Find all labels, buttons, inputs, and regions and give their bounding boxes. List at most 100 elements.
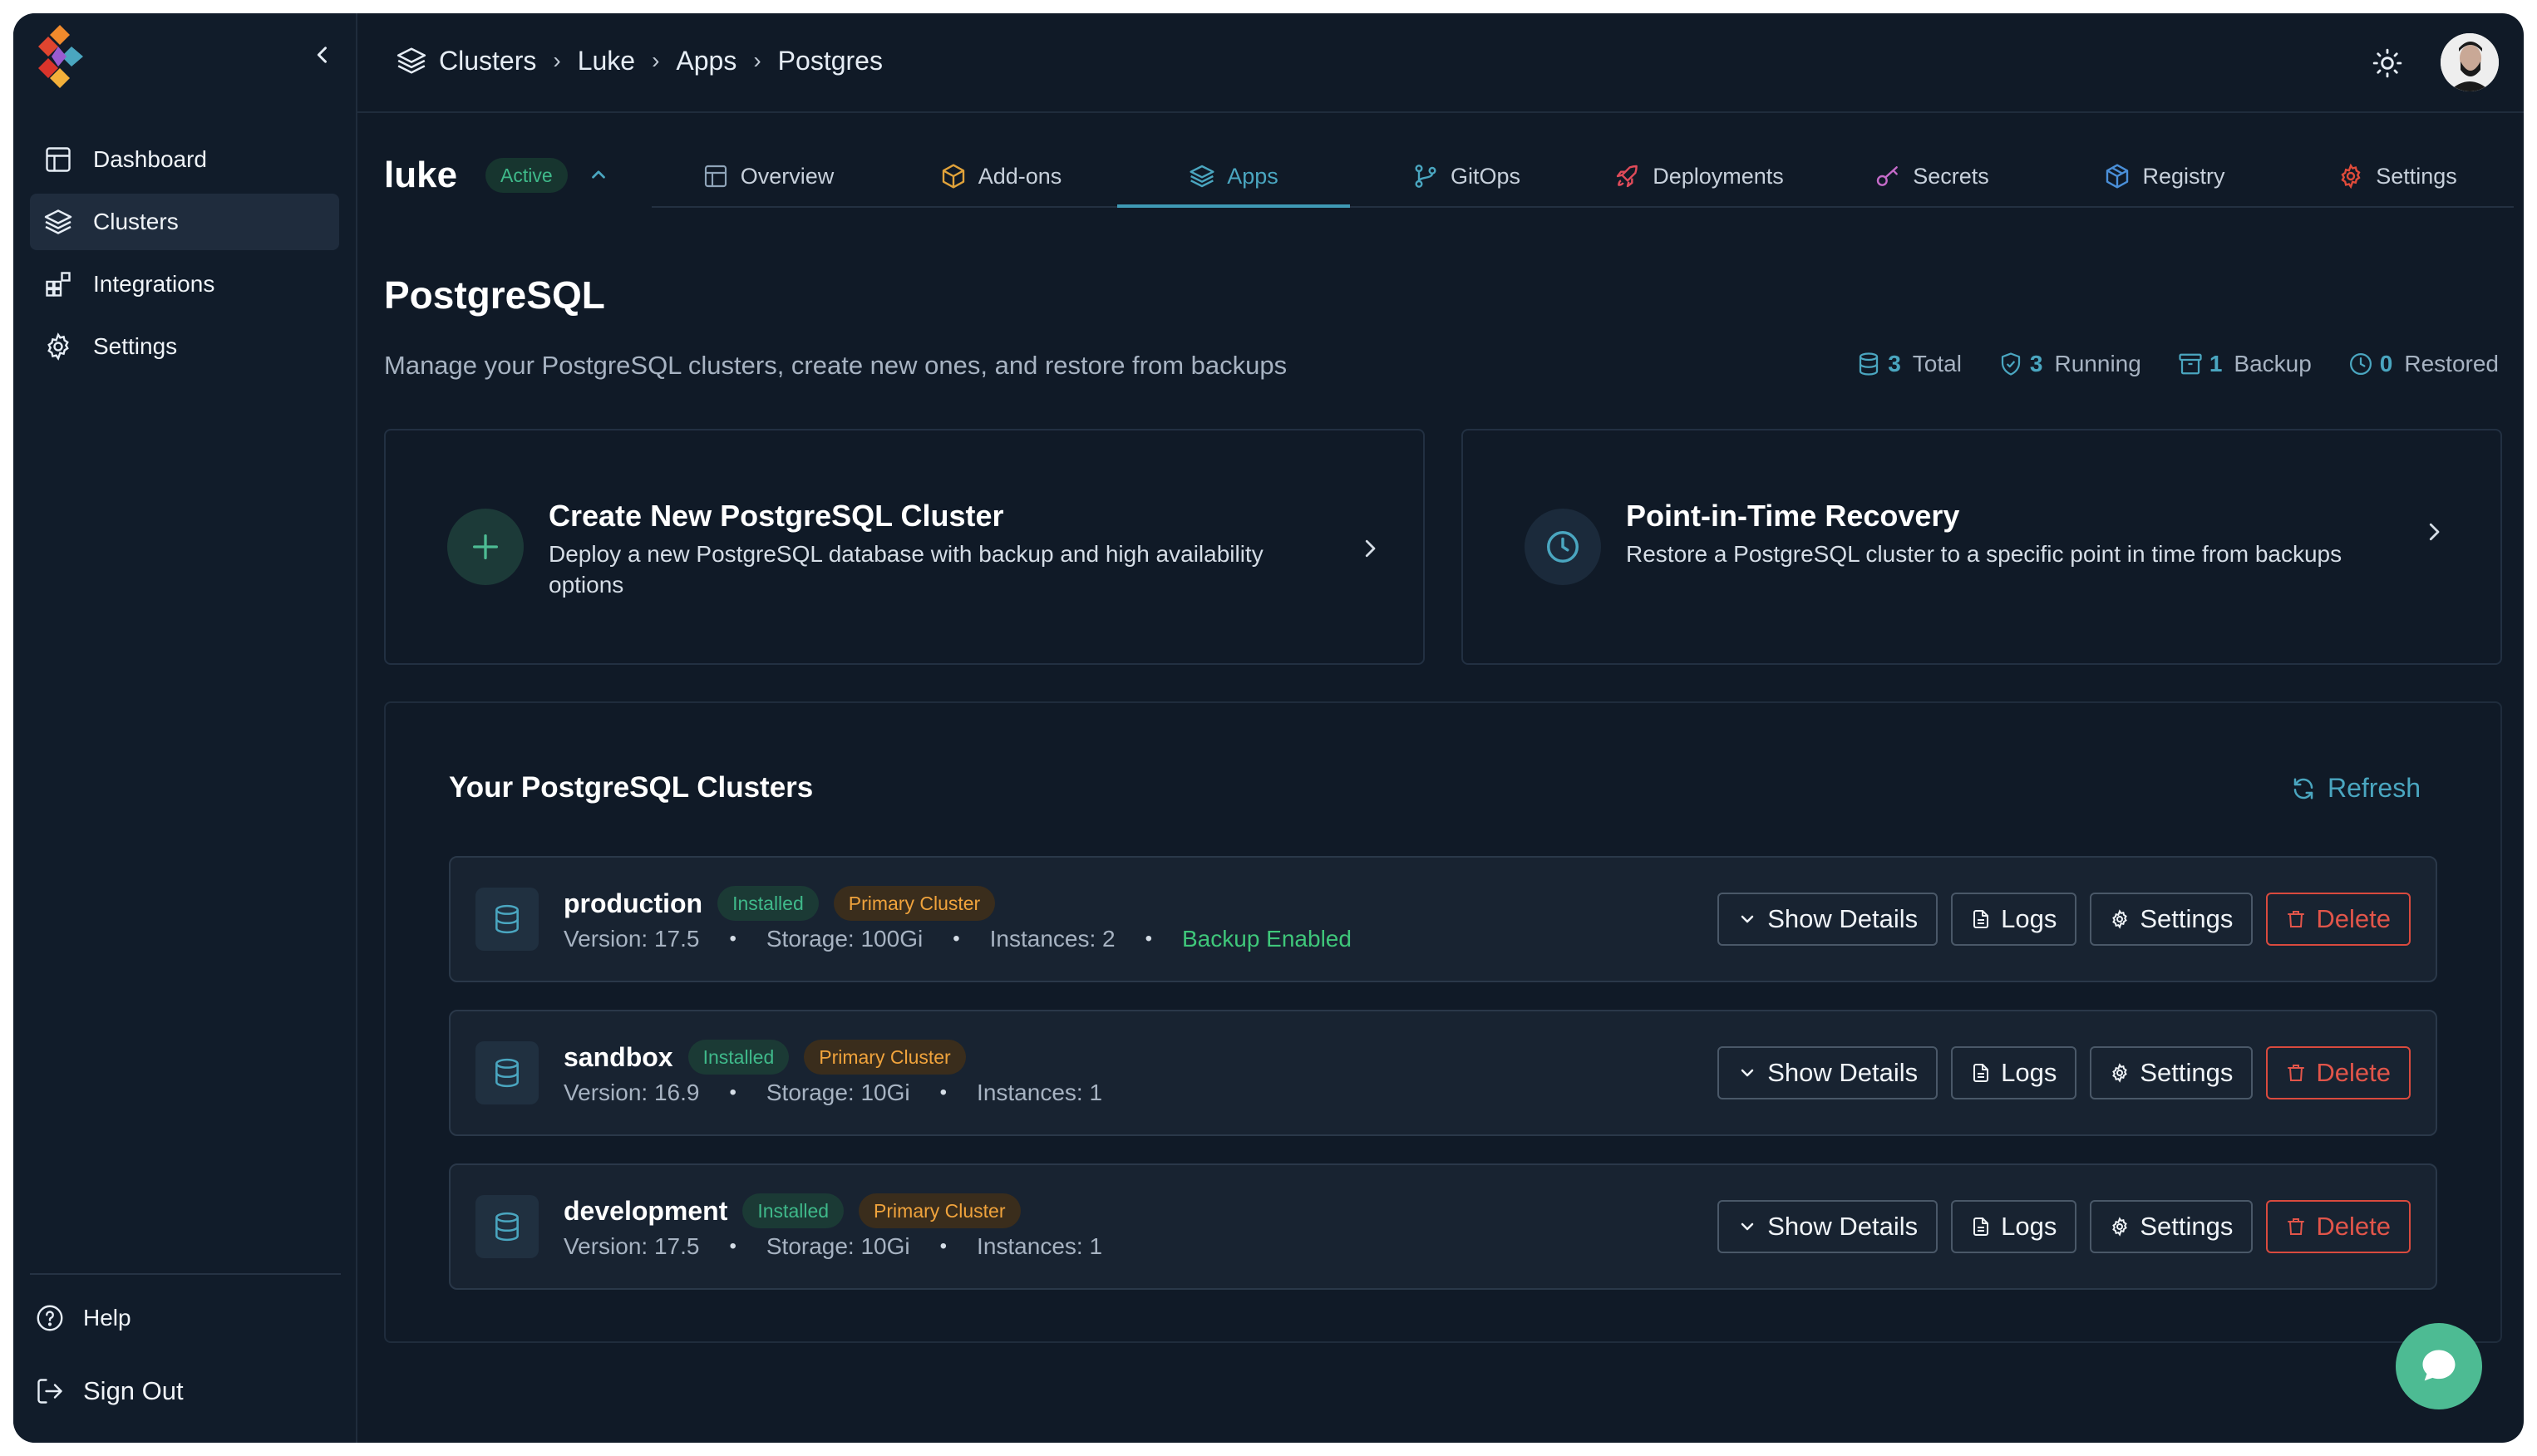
tab-secrets[interactable]: Secrets <box>1815 146 2048 206</box>
file-text-icon <box>1973 1217 1989 1236</box>
backup-status: Backup Enabled <box>1182 926 1352 952</box>
archive-icon <box>2179 353 2202 375</box>
create-cluster-card[interactable]: Create New PostgreSQL Cluster Deploy a n… <box>384 429 1425 665</box>
chevron-right-icon <box>2417 515 2451 548</box>
key-icon <box>1877 166 1899 186</box>
cluster-row-sandbox: sandbox Installed Primary Cluster Versio… <box>449 1010 2437 1136</box>
gear-icon <box>2341 163 2361 189</box>
chevron-right-icon: › <box>753 47 761 73</box>
trash-icon <box>2288 911 2305 927</box>
refresh-label: Refresh <box>2327 773 2421 803</box>
plus-icon <box>447 509 524 585</box>
tab-label: Overview <box>740 163 835 189</box>
button-label: Logs <box>2001 904 2057 933</box>
settings-button[interactable]: Settings <box>2090 1046 2254 1099</box>
layers-icon <box>397 47 426 74</box>
separator-dot: • <box>939 1235 948 1257</box>
tab-gitops[interactable]: GitOps <box>1350 146 1583 206</box>
role-badge: Primary Cluster <box>804 1040 966 1075</box>
collapse-sidebar-button[interactable] <box>306 38 339 71</box>
cluster-name-line: sandbox Installed Primary Cluster <box>564 1040 966 1075</box>
button-label: Delete <box>2316 1212 2391 1241</box>
show-details-button[interactable]: Show Details <box>1717 893 1938 946</box>
sign-out-label: Sign Out <box>83 1376 184 1405</box>
cluster-meta: Version: 16.9 • Storage: 10Gi • Instance… <box>564 1080 1102 1106</box>
breadcrumb-clusters[interactable]: Clusters <box>439 46 536 76</box>
cluster-name: production <box>564 888 703 918</box>
separator-dot: • <box>729 1235 736 1257</box>
sidebar-item-settings[interactable]: Settings <box>30 318 339 375</box>
settings-button[interactable]: Settings <box>2090 1200 2254 1253</box>
breadcrumb-luke[interactable]: Luke <box>578 46 635 76</box>
cluster-storage: Storage: 100Gi <box>766 926 924 952</box>
gear-icon <box>2112 1063 2128 1083</box>
stat-backup: 1 Backup <box>2178 351 2312 377</box>
show-details-button[interactable]: Show Details <box>1717 1046 1938 1099</box>
sidebar-item-label: Settings <box>93 333 178 359</box>
stat-value: 1 <box>2209 351 2223 376</box>
stat-running: 3 Running <box>1998 351 2141 377</box>
stat-value: 3 <box>1888 351 1901 376</box>
settings-button[interactable]: Settings <box>2090 893 2254 946</box>
logs-button[interactable]: Logs <box>1951 1046 2077 1099</box>
sidebar: Dashboard Clusters Integrations Settings… <box>13 13 357 1443</box>
point-in-time-recovery-card[interactable]: Point-in-Time Recovery Restore a Postgre… <box>1461 429 2502 665</box>
breadcrumb-apps[interactable]: Apps <box>676 46 736 76</box>
tab-deployments[interactable]: Deployments <box>1583 146 1815 206</box>
integrations-icon <box>46 272 71 297</box>
sign-out-button[interactable]: Sign Out <box>30 1376 341 1406</box>
gear-icon <box>2112 1217 2128 1237</box>
cluster-version: Version: 17.5 <box>564 926 700 952</box>
sidebar-item-integrations[interactable]: Integrations <box>30 256 339 312</box>
chevron-down-icon <box>1741 1069 1754 1077</box>
tab-label: Add-ons <box>978 163 1062 189</box>
database-icon <box>1860 352 1879 376</box>
main-content: luke Active Overview Add-ons Apps GitOps <box>357 113 2524 1443</box>
cluster-name: luke <box>384 155 458 195</box>
help-label: Help <box>83 1305 131 1331</box>
tab-settings[interactable]: Settings <box>2281 146 2514 206</box>
sidebar-item-clusters[interactable]: Clusters <box>30 194 339 250</box>
gear-icon <box>2112 909 2128 929</box>
cluster-row-development: development Installed Primary Cluster Ve… <box>449 1163 2437 1290</box>
sidebar-item-dashboard[interactable]: Dashboard <box>30 131 339 188</box>
delete-button[interactable]: Delete <box>2266 1200 2411 1253</box>
chat-button[interactable] <box>2396 1323 2482 1409</box>
button-label: Show Details <box>1767 1212 1919 1241</box>
database-icon <box>475 1041 539 1104</box>
cluster-meta: Version: 17.5 • Storage: 10Gi • Instance… <box>564 1233 1102 1260</box>
tab-apps[interactable]: Apps <box>1117 146 1350 208</box>
tab-label: GitOps <box>1450 163 1521 189</box>
logs-button[interactable]: Logs <box>1951 893 2077 946</box>
delete-button[interactable]: Delete <box>2266 1046 2411 1099</box>
row-actions: Show Details Logs Settings Delete <box>1704 1046 2411 1099</box>
chevron-up-icon <box>592 170 605 179</box>
package-icon <box>2106 164 2129 189</box>
separator-dot: • <box>1145 927 1152 950</box>
refresh-icon <box>2293 778 2313 799</box>
help-link[interactable]: Help <box>30 1303 341 1333</box>
stat-label: Running <box>2054 351 2141 376</box>
refresh-button[interactable]: Refresh <box>2291 773 2421 804</box>
description-line: options <box>549 572 624 598</box>
tab-overview[interactable]: Overview <box>652 146 884 206</box>
tab-registry[interactable]: Registry <box>2048 146 2281 206</box>
button-label: Logs <box>2001 1058 2057 1087</box>
file-text-icon <box>1973 910 1989 928</box>
box-icon <box>942 164 964 189</box>
stat-restored: 0 Restored <box>2348 351 2499 377</box>
layers-icon <box>44 209 72 234</box>
clusters-panel: Your PostgreSQL Clusters Refresh product… <box>384 701 2502 1343</box>
cluster-switcher-toggle[interactable] <box>584 160 613 189</box>
tab-add-ons[interactable]: Add-ons <box>884 146 1117 206</box>
app-logo[interactable] <box>33 23 86 90</box>
trash-icon <box>2288 1065 2305 1081</box>
delete-button[interactable]: Delete <box>2266 893 2411 946</box>
cluster-name: development <box>564 1195 728 1226</box>
logs-button[interactable]: Logs <box>1951 1200 2077 1253</box>
show-details-button[interactable]: Show Details <box>1717 1200 1938 1253</box>
theme-toggle-button[interactable] <box>2367 43 2407 83</box>
cluster-instances: Instances: 2 <box>989 926 1116 952</box>
stat-value: 0 <box>2379 351 2393 376</box>
user-avatar[interactable] <box>2441 33 2499 91</box>
